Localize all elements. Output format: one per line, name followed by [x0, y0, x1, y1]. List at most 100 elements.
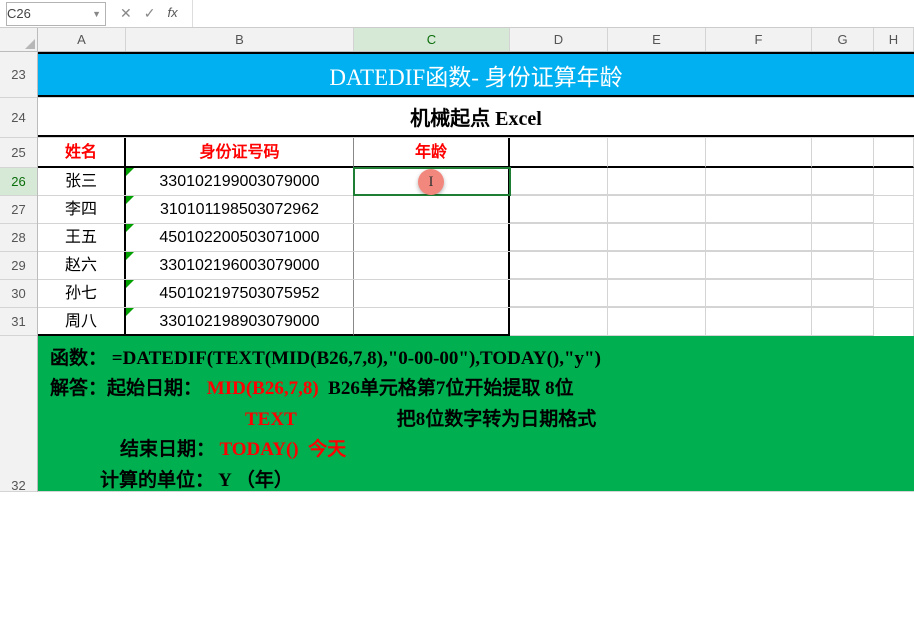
cell[interactable] — [874, 308, 914, 336]
cell-name[interactable]: 王五 — [38, 224, 126, 251]
cell-age[interactable] — [354, 308, 510, 336]
cell-age[interactable] — [354, 196, 510, 223]
cell[interactable] — [812, 196, 874, 223]
col-head-B[interactable]: B — [126, 28, 354, 51]
cancel-icon[interactable]: ✕ — [120, 5, 132, 22]
header-name[interactable]: 姓名 — [38, 138, 126, 168]
confirm-icon[interactable]: ✓ — [144, 5, 156, 22]
row-head-28[interactable]: 28 — [0, 224, 37, 252]
cell[interactable] — [608, 224, 706, 251]
cell-name[interactable]: 张三 — [38, 168, 126, 195]
cell[interactable] — [608, 138, 706, 168]
cell[interactable] — [510, 308, 608, 336]
cell-id[interactable]: 450102200503071000 — [126, 224, 354, 251]
cell[interactable] — [706, 138, 812, 168]
row-head-26[interactable]: 26 — [0, 168, 37, 196]
page-subtitle[interactable]: 机械起点 Excel — [38, 98, 914, 137]
explanation-row: 函数： =DATEDIF(TEXT(MID(B26,7,8),"0-00-00"… — [38, 336, 914, 492]
error-indicator-icon — [126, 168, 134, 176]
row-head-24[interactable]: 24 — [0, 98, 37, 138]
cell[interactable] — [608, 308, 706, 336]
table-row: 张三 330102199003079000 I — [38, 168, 914, 196]
col-head-F[interactable]: F — [706, 28, 812, 51]
error-indicator-icon — [126, 252, 134, 260]
error-indicator-icon — [126, 196, 134, 204]
row-head-32[interactable]: 32 — [0, 336, 37, 492]
cell-name[interactable]: 周八 — [38, 308, 126, 336]
cell[interactable] — [874, 280, 914, 307]
col-head-E[interactable]: E — [608, 28, 706, 51]
cell-age[interactable] — [354, 280, 510, 307]
col-head-H[interactable]: H — [874, 28, 914, 51]
col-head-G[interactable]: G — [812, 28, 874, 51]
table-row: 孙七 450102197503075952 — [38, 280, 914, 308]
cell[interactable] — [706, 308, 812, 336]
foot-fn-formula: =DATEDIF(TEXT(MID(B26,7,8),"0-00-00"),TO… — [112, 348, 601, 369]
cell[interactable] — [874, 168, 914, 195]
cell[interactable] — [510, 252, 608, 279]
cell[interactable] — [812, 308, 874, 336]
foot-unit-val: Y （年） — [218, 470, 293, 491]
foot-mid-desc: B26单元格第7位开始提取 8位 — [328, 378, 573, 399]
cell[interactable] — [706, 224, 812, 251]
cell[interactable] — [608, 168, 706, 195]
cell-name[interactable]: 李四 — [38, 196, 126, 223]
cell-age[interactable] — [354, 224, 510, 251]
cell[interactable] — [510, 280, 608, 307]
cell-id[interactable]: 310101198503072962 — [126, 196, 354, 223]
cell-id[interactable]: 330102196003079000 — [126, 252, 354, 279]
fx-icon[interactable]: fx — [167, 5, 177, 22]
cell-name[interactable]: 赵六 — [38, 252, 126, 279]
cell-id[interactable]: 450102197503075952 — [126, 280, 354, 307]
foot-end-label: 结束日期： — [120, 435, 215, 465]
row-head-25[interactable]: 25 — [0, 138, 37, 168]
cell[interactable] — [812, 168, 874, 195]
cell[interactable] — [812, 280, 874, 307]
cell[interactable] — [812, 138, 874, 168]
cell[interactable] — [608, 196, 706, 223]
cell[interactable] — [874, 252, 914, 279]
row-head-30[interactable]: 30 — [0, 280, 37, 308]
row-head-27[interactable]: 27 — [0, 196, 37, 224]
cell-age-active[interactable]: I — [354, 168, 510, 195]
cell-id[interactable]: 330102199003079000 — [126, 168, 354, 195]
cell[interactable] — [812, 224, 874, 251]
name-box[interactable]: C26 ▼ — [6, 2, 106, 26]
col-head-A[interactable]: A — [38, 28, 126, 51]
cell[interactable] — [510, 138, 608, 168]
cell[interactable] — [706, 168, 812, 195]
col-head-C[interactable]: C — [354, 28, 510, 51]
cell[interactable] — [706, 196, 812, 223]
chevron-down-icon[interactable]: ▼ — [92, 3, 101, 25]
select-all-corner[interactable] — [0, 28, 38, 52]
explanation-block[interactable]: 函数： =DATEDIF(TEXT(MID(B26,7,8),"0-00-00"… — [38, 336, 914, 491]
header-id[interactable]: 身份证号码 — [126, 138, 354, 168]
cell[interactable] — [812, 252, 874, 279]
header-row: 姓名 身份证号码 年龄 — [38, 138, 914, 168]
cell[interactable] — [608, 280, 706, 307]
foot-today-fn: TODAY() — [219, 439, 298, 460]
cell-id-value: 450102200503071000 — [159, 229, 319, 246]
header-age[interactable]: 年龄 — [354, 138, 510, 168]
error-indicator-icon — [126, 224, 134, 232]
cell[interactable] — [874, 138, 914, 168]
cell-id[interactable]: 330102198903079000 — [126, 308, 354, 336]
subtitle-row: 机械起点 Excel — [38, 98, 914, 138]
cell[interactable] — [706, 280, 812, 307]
row-head-23[interactable]: 23 — [0, 52, 37, 98]
cell[interactable] — [510, 168, 608, 195]
row-head-31[interactable]: 31 — [0, 308, 37, 336]
cell-age[interactable] — [354, 252, 510, 279]
cell[interactable] — [874, 196, 914, 223]
formula-input[interactable] — [192, 0, 914, 27]
foot-mid-fn: MID(B26,7,8) — [207, 378, 319, 399]
cell[interactable] — [608, 252, 706, 279]
cell[interactable] — [510, 196, 608, 223]
cell[interactable] — [510, 224, 608, 251]
cell[interactable] — [874, 224, 914, 251]
row-head-29[interactable]: 29 — [0, 252, 37, 280]
page-title[interactable]: DATEDIF函数- 身份证算年龄 — [38, 52, 914, 97]
col-head-D[interactable]: D — [510, 28, 608, 51]
cell[interactable] — [706, 252, 812, 279]
cell-name[interactable]: 孙七 — [38, 280, 126, 307]
